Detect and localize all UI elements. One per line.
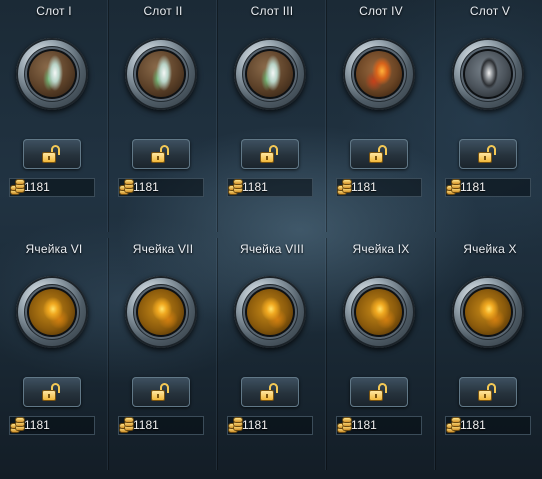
unlock-icon bbox=[478, 383, 498, 401]
slot-title: Ячейка IX bbox=[352, 242, 410, 256]
slot-column: Слот II 1181 bbox=[109, 0, 218, 232]
unlock-button[interactable] bbox=[350, 139, 408, 169]
dark-feather-gem-icon bbox=[465, 51, 511, 97]
price-box: 1181 bbox=[9, 416, 95, 435]
slot-title: Слот IV bbox=[359, 4, 403, 18]
gold-coins-icon bbox=[229, 418, 243, 432]
slot-column: Ячейка VIII 1181 bbox=[218, 238, 327, 470]
slot-title: Ячейка VII bbox=[132, 242, 194, 256]
slot-unlock-panel: Слот I 1181 Слот II 1181 Слот III 1181 С… bbox=[0, 0, 542, 479]
slot-title: Слот V bbox=[469, 4, 511, 18]
price-amount: 1181 bbox=[242, 418, 268, 432]
gold-coins-icon bbox=[229, 180, 243, 194]
unlock-button[interactable] bbox=[459, 139, 517, 169]
price-amount: 1181 bbox=[24, 180, 50, 194]
unlock-button[interactable] bbox=[459, 377, 517, 407]
price-amount: 1181 bbox=[351, 180, 377, 194]
fire-gem-icon bbox=[356, 51, 402, 97]
gold-coins-icon bbox=[120, 418, 134, 432]
slot-column: Слот III 1181 bbox=[218, 0, 327, 232]
unlock-button[interactable] bbox=[350, 377, 408, 407]
slot-title: Ячейка X bbox=[463, 242, 517, 256]
price-box: 1181 bbox=[445, 416, 531, 435]
slot-title: Слот III bbox=[250, 4, 294, 18]
price-box: 1181 bbox=[227, 416, 313, 435]
slot-socket[interactable] bbox=[16, 276, 88, 348]
gold-gem-icon bbox=[138, 289, 184, 335]
slot-title: Слот I bbox=[36, 4, 72, 18]
slot-socket[interactable] bbox=[125, 38, 197, 110]
unlock-icon bbox=[260, 383, 280, 401]
price-amount: 1181 bbox=[460, 418, 486, 432]
unlock-icon bbox=[42, 145, 62, 163]
unlock-button[interactable] bbox=[23, 377, 81, 407]
gold-coins-icon bbox=[338, 180, 352, 194]
slot-socket[interactable] bbox=[343, 276, 415, 348]
price-amount: 1181 bbox=[242, 180, 268, 194]
price-box: 1181 bbox=[445, 178, 531, 197]
feather-gem-icon bbox=[29, 51, 75, 97]
slot-column: Слот I 1181 bbox=[0, 0, 109, 232]
slot-row: Ячейка VI 1181 Ячейка VII 1181 Ячейка VI… bbox=[0, 238, 542, 470]
slot-title: Слот II bbox=[143, 4, 183, 18]
gold-gem-icon bbox=[356, 289, 402, 335]
unlock-icon bbox=[151, 145, 171, 163]
price-box: 1181 bbox=[118, 178, 204, 197]
slot-title: Ячейка VI bbox=[25, 242, 83, 256]
gold-coins-icon bbox=[11, 418, 25, 432]
feather-gem-icon bbox=[247, 51, 293, 97]
slot-column: Слот IV 1181 bbox=[327, 0, 436, 232]
unlock-icon bbox=[369, 383, 389, 401]
gold-gem-icon bbox=[29, 289, 75, 335]
price-box: 1181 bbox=[227, 178, 313, 197]
unlock-icon bbox=[42, 383, 62, 401]
gold-gem-icon bbox=[247, 289, 293, 335]
slot-column: Ячейка VI 1181 bbox=[0, 238, 109, 470]
slot-socket[interactable] bbox=[125, 276, 197, 348]
gold-coins-icon bbox=[447, 180, 461, 194]
slot-socket[interactable] bbox=[452, 38, 524, 110]
slot-socket[interactable] bbox=[16, 38, 88, 110]
slot-column: Слот V 1181 bbox=[436, 0, 542, 232]
slot-row: Слот I 1181 Слот II 1181 Слот III 1181 С… bbox=[0, 0, 542, 232]
gold-coins-icon bbox=[120, 180, 134, 194]
unlock-icon bbox=[151, 383, 171, 401]
unlock-icon bbox=[478, 145, 498, 163]
gold-gem-icon bbox=[465, 289, 511, 335]
slot-socket[interactable] bbox=[234, 276, 306, 348]
slot-column: Ячейка IX 1181 bbox=[327, 238, 436, 470]
unlock-icon bbox=[369, 145, 389, 163]
price-amount: 1181 bbox=[133, 418, 159, 432]
unlock-button[interactable] bbox=[23, 139, 81, 169]
slot-socket[interactable] bbox=[343, 38, 415, 110]
unlock-button[interactable] bbox=[241, 377, 299, 407]
slot-socket[interactable] bbox=[234, 38, 306, 110]
price-amount: 1181 bbox=[133, 180, 159, 194]
price-box: 1181 bbox=[9, 178, 95, 197]
price-amount: 1181 bbox=[24, 418, 50, 432]
unlock-button[interactable] bbox=[241, 139, 299, 169]
slot-column: Ячейка VII 1181 bbox=[109, 238, 218, 470]
unlock-icon bbox=[260, 145, 280, 163]
slot-socket[interactable] bbox=[452, 276, 524, 348]
gold-coins-icon bbox=[338, 418, 352, 432]
price-amount: 1181 bbox=[460, 180, 486, 194]
slot-column: Ячейка X 1181 bbox=[436, 238, 542, 470]
price-box: 1181 bbox=[336, 416, 422, 435]
price-amount: 1181 bbox=[351, 418, 377, 432]
gold-coins-icon bbox=[11, 180, 25, 194]
price-box: 1181 bbox=[336, 178, 422, 197]
feather-gem-icon bbox=[138, 51, 184, 97]
unlock-button[interactable] bbox=[132, 139, 190, 169]
price-box: 1181 bbox=[118, 416, 204, 435]
slot-title: Ячейка VIII bbox=[239, 242, 305, 256]
unlock-button[interactable] bbox=[132, 377, 190, 407]
gold-coins-icon bbox=[447, 418, 461, 432]
